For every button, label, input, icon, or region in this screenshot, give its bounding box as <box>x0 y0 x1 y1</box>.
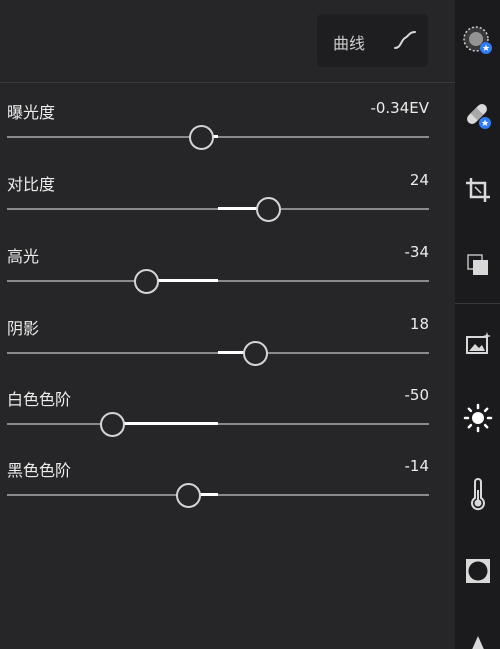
shadows-label: 阴影 <box>7 319 40 338</box>
crop-button[interactable] <box>455 170 500 210</box>
light-button[interactable] <box>455 398 500 438</box>
contrast-value: 24 <box>409 171 429 189</box>
curve-icon <box>394 31 416 49</box>
color-temperature-icon <box>470 478 485 511</box>
slider-row-whites: 白色色阶 -50 <box>0 386 455 446</box>
vignette-button[interactable] <box>455 551 500 591</box>
blacks-thumb[interactable] <box>175 483 201 508</box>
exposure-track[interactable] <box>7 136 429 138</box>
blacks-label: 黑色色阶 <box>7 461 72 480</box>
healing-icon <box>466 104 491 129</box>
whites-value: -50 <box>404 386 430 404</box>
whites-thumb[interactable] <box>100 412 125 437</box>
presets-icon <box>465 332 491 354</box>
highlights-thumb[interactable] <box>133 269 159 294</box>
contrast-thumb[interactable] <box>256 197 282 222</box>
exposure-label: 曝光度 <box>7 103 56 122</box>
light-edit-screen: 曲线 曝光度 -0.34EV 对比度 24 高光 -34 阴影 18 白色色阶 … <box>0 0 500 649</box>
shadows-thumb[interactable] <box>243 341 269 366</box>
blacks-value: -14 <box>404 457 430 475</box>
toolbar-divider <box>455 303 500 304</box>
whites-fill <box>112 422 218 425</box>
crop-icon <box>465 178 490 202</box>
highlights-track[interactable] <box>7 280 429 282</box>
highlights-label: 高光 <box>7 247 40 266</box>
auto-edit-button[interactable] <box>455 20 500 60</box>
healing-button[interactable] <box>455 95 500 135</box>
curve-button-label: 曲线 <box>333 34 366 53</box>
curve-button[interactable]: 曲线 <box>317 14 428 67</box>
adjustment-panel: 曲线 曝光度 -0.34EV 对比度 24 高光 -34 阴影 18 白色色阶 … <box>0 0 455 649</box>
light-icon <box>463 403 492 433</box>
slider-row-highlights: 高光 -34 <box>0 243 455 303</box>
exposure-thumb[interactable] <box>188 125 214 150</box>
highlights-value: -34 <box>404 243 430 261</box>
slider-row-shadows: 阴影 18 <box>0 315 455 375</box>
whites-track[interactable] <box>7 423 429 425</box>
layers-icon <box>466 254 488 275</box>
slider-row-blacks: 黑色色阶 -14 <box>0 457 455 517</box>
slider-row-contrast: 对比度 24 <box>0 171 455 231</box>
slider-row-exposure: 曝光度 -0.34EV <box>0 99 455 159</box>
blacks-track[interactable] <box>7 494 429 496</box>
shadows-value: 18 <box>409 315 429 333</box>
detail-button[interactable] <box>455 625 500 649</box>
tool-sidebar <box>455 0 500 649</box>
whites-label: 白色色阶 <box>7 390 72 409</box>
layers-button[interactable] <box>455 245 500 285</box>
exposure-value: -0.34EV <box>370 99 429 117</box>
contrast-label: 对比度 <box>7 175 56 194</box>
vignette-icon <box>465 559 490 583</box>
detail-icon <box>471 636 484 649</box>
color-button[interactable] <box>455 475 500 515</box>
header-divider <box>0 82 455 83</box>
auto-edit-icon <box>462 26 492 54</box>
presets-button[interactable] <box>455 323 500 363</box>
